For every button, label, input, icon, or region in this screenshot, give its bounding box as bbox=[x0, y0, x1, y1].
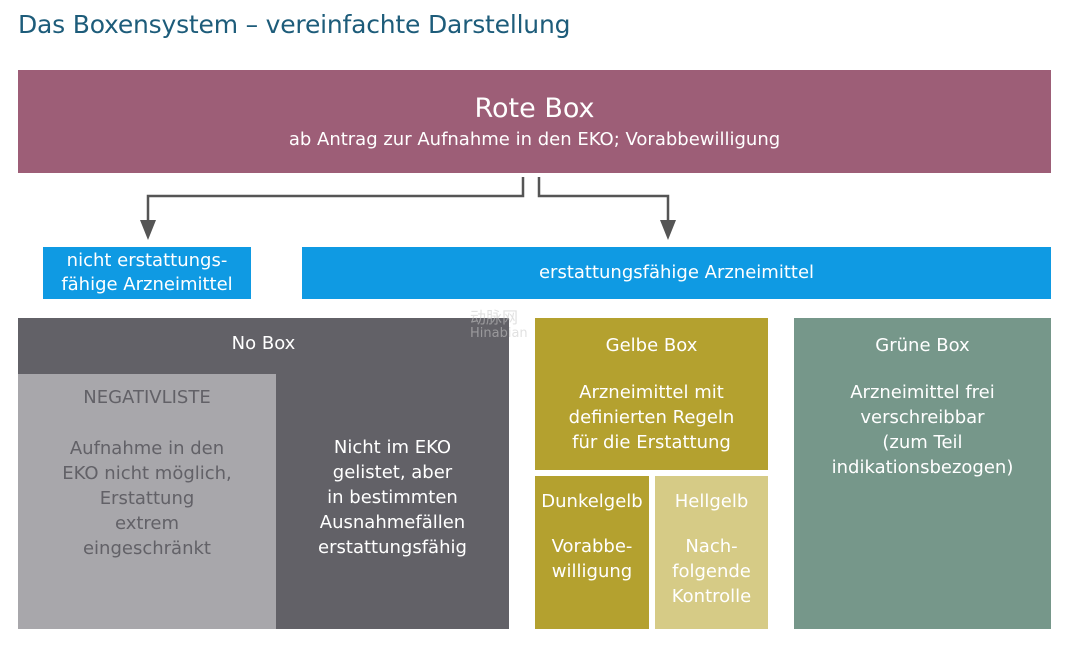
nicht-im-eko-text: Nicht im EKO gelistet, aber in bestimmte… bbox=[276, 435, 509, 560]
dunkelgelb-title: Dunkelgelb bbox=[541, 491, 643, 512]
gelbe-box: Gelbe Box Arzneimittel mit definierten R… bbox=[535, 318, 768, 470]
gelbe-box-text: Arzneimittel mit definierten Regeln für … bbox=[569, 380, 735, 455]
negativliste-box: NEGATIVLISTE Aufnahme in den EKO nicht m… bbox=[18, 374, 276, 629]
hellgelb-title: Hellgelb bbox=[674, 491, 749, 512]
gruene-box: Grüne Box Arzneimittel frei verschreibba… bbox=[794, 318, 1051, 629]
page-title: Das Boxensystem – vereinfachte Darstellu… bbox=[18, 10, 571, 39]
dunkelgelb-box: Dunkelgelb Vorabbe- willigung bbox=[535, 476, 649, 629]
erstattungsfaehig-box: erstattungsfähige Arzneimittel bbox=[302, 247, 1051, 299]
erstattungsfaehig-label: erstattungsfähige Arzneimittel bbox=[538, 262, 815, 283]
negativliste-line: Aufnahme in den bbox=[69, 438, 225, 459]
arrow-left bbox=[146, 177, 525, 222]
watermark-line: 动脉网 bbox=[470, 308, 519, 327]
gruene-box-title: Grüne Box bbox=[875, 335, 970, 356]
gelbe-box-title: Gelbe Box bbox=[605, 335, 698, 356]
negativliste-line: extrem bbox=[114, 513, 180, 534]
nicht-im-eko-line: in bestimmten bbox=[327, 487, 458, 508]
gelbe-box-line: definierten Regeln bbox=[568, 407, 735, 428]
gruene-box-text: Arzneimittel frei verschreibbar (zum Tei… bbox=[832, 380, 1014, 480]
rote-box-title: Rote Box bbox=[474, 92, 595, 124]
negativliste-line: EKO nicht möglich, bbox=[62, 463, 232, 484]
rote-box-subtitle: ab Antrag zur Aufnahme in den EKO; Vorab… bbox=[288, 128, 781, 150]
hellgelb-line: folgende bbox=[672, 561, 751, 582]
dunkelgelb-line: Vorabbe- bbox=[551, 536, 633, 557]
nicht-erstattungsfaehig-box: nicht erstattungs- fähige Arzneimittel bbox=[43, 247, 251, 299]
negativliste-line: eingeschränkt bbox=[82, 538, 211, 559]
gruene-box-line: indikationsbezogen) bbox=[831, 457, 1014, 478]
dunkelgelb-text: Vorabbe- willigung bbox=[552, 534, 633, 584]
hellgelb-line: Kontrolle bbox=[671, 586, 752, 607]
arrow-left-head bbox=[140, 220, 156, 240]
nicht-erstattungsfaehig-line: nicht erstattungs- bbox=[66, 250, 228, 271]
gelbe-box-line: Arzneimittel mit bbox=[579, 382, 724, 403]
watermark: 动脉网 Hinabian bbox=[470, 310, 528, 342]
arrow-right bbox=[537, 177, 670, 222]
negativliste-line: Erstattung bbox=[99, 488, 195, 509]
negativliste-text: Aufnahme in den EKO nicht möglich, Ersta… bbox=[62, 436, 232, 561]
gelbe-box-line: für die Erstattung bbox=[572, 432, 731, 453]
nicht-im-eko-line: Ausnahmefällen bbox=[319, 512, 466, 533]
arrow-right-head bbox=[660, 220, 676, 240]
gruene-box-line: (zum Teil bbox=[882, 432, 963, 453]
no-box-title: No Box bbox=[231, 333, 296, 354]
gruene-box-line: verschreibbar bbox=[860, 407, 985, 428]
nicht-im-eko-line: gelistet, aber bbox=[332, 462, 453, 483]
rote-box: Rote Box ab Antrag zur Aufnahme in den E… bbox=[18, 70, 1051, 173]
hellgelb-line: Nach- bbox=[685, 536, 738, 557]
hellgelb-text: Nach- folgende Kontrolle bbox=[672, 534, 751, 609]
dunkelgelb-line: willigung bbox=[551, 561, 633, 582]
nicht-im-eko-line: Nicht im EKO bbox=[333, 437, 452, 458]
hellgelb-box: Hellgelb Nach- folgende Kontrolle bbox=[655, 476, 768, 629]
gruene-box-line: Arzneimittel frei bbox=[850, 382, 995, 403]
watermark-line: Hinabian bbox=[470, 326, 528, 341]
nicht-im-eko-line: erstattungsfähig bbox=[318, 537, 467, 558]
nicht-erstattungsfaehig-line: fähige Arzneimittel bbox=[61, 274, 233, 295]
negativliste-title: NEGATIVLISTE bbox=[83, 387, 211, 408]
